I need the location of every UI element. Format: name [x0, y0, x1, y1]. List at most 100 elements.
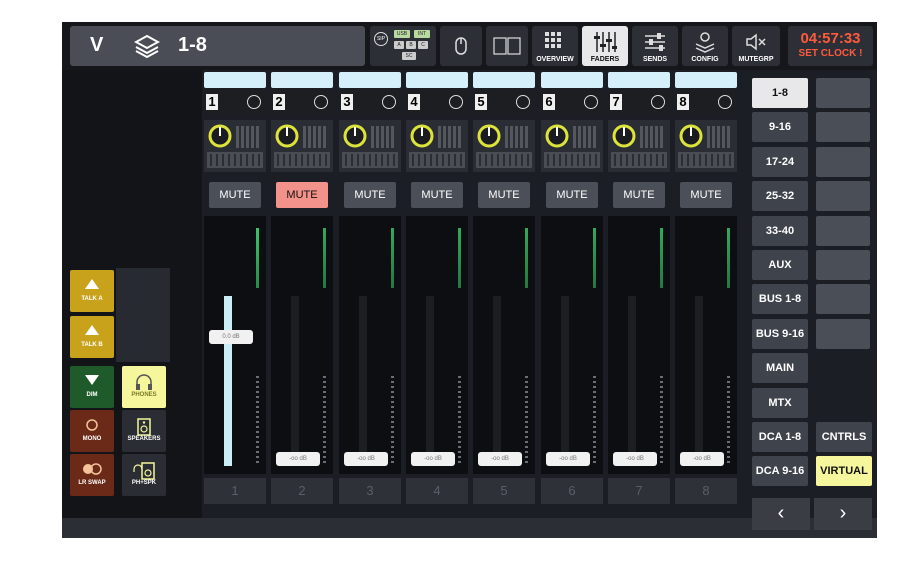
fader-area[interactable]: -oo dB: [473, 216, 535, 474]
lr-swap-button[interactable]: LR SWAP: [70, 454, 114, 496]
usb-recorder-panel[interactable]: SIP USB INT A B C SC: [370, 26, 436, 66]
next-page-button[interactable]: ›: [814, 498, 872, 530]
mute-button[interactable]: MUTE: [411, 182, 463, 208]
channel-strip: 2 MUTE -oo dB 2: [271, 70, 333, 504]
empty-layer-slot[interactable]: [816, 284, 870, 314]
dim-button[interactable]: DIM: [70, 366, 114, 408]
layer-button[interactable]: 25-32: [752, 181, 808, 211]
usb-button[interactable]: USB: [394, 30, 410, 38]
a-button[interactable]: A: [394, 41, 404, 49]
channel-name-field[interactable]: 2: [271, 90, 333, 114]
layer-button[interactable]: 1-8: [752, 78, 808, 108]
tab-faders-label: FADERS: [590, 56, 620, 63]
layer-button[interactable]: BUS 9-16: [752, 319, 808, 349]
mute-button[interactable]: MUTE: [344, 182, 396, 208]
mouse-button[interactable]: [440, 26, 482, 66]
empty-layer-slot[interactable]: [816, 147, 870, 177]
fader-track: [224, 296, 232, 466]
gain-knob-area[interactable]: [541, 120, 603, 172]
gain-knob-area[interactable]: [473, 120, 535, 172]
circle-icon: [70, 418, 114, 434]
empty-layer-slot[interactable]: [816, 319, 870, 349]
layer-button[interactable]: AUX: [752, 250, 808, 280]
layer-button[interactable]: 17-24: [752, 147, 808, 177]
empty-layer-slot[interactable]: [816, 181, 870, 211]
gr-meter: [458, 376, 461, 466]
layer-button[interactable]: DCA 9-16: [752, 456, 808, 486]
empty-layer-slot[interactable]: [816, 78, 870, 108]
layer-button[interactable]: MAIN: [752, 353, 808, 383]
fader-cap[interactable]: -oo dB: [680, 452, 724, 466]
speakers-button[interactable]: SPEAKERS: [122, 410, 166, 452]
channel-name-field[interactable]: 5: [473, 90, 535, 114]
talk-b-button[interactable]: TALK B: [70, 316, 114, 358]
channel-name-field[interactable]: 6: [541, 90, 603, 114]
channel-name-field[interactable]: 3: [339, 90, 401, 114]
fader-area[interactable]: 0.0 dB: [204, 216, 266, 474]
layer-button[interactable]: 33-40: [752, 216, 808, 246]
input-source-icon: [247, 95, 261, 109]
fader-cap[interactable]: -oo dB: [411, 452, 455, 466]
gain-knob-area[interactable]: [406, 120, 468, 172]
gain-knob-area[interactable]: [339, 120, 401, 172]
fader-cap[interactable]: -oo dB: [478, 452, 522, 466]
triangle-up-icon: [70, 324, 114, 340]
mute-button[interactable]: MUTE: [613, 182, 665, 208]
gain-knob-area[interactable]: [271, 120, 333, 172]
split-view-button[interactable]: [486, 26, 528, 66]
virtual-button[interactable]: VIRTUAL: [816, 456, 872, 486]
talk-a-button[interactable]: TALK A: [70, 270, 114, 312]
gain-knob-area[interactable]: [675, 120, 737, 172]
mute-button[interactable]: MUTE: [546, 182, 598, 208]
mute-button[interactable]: MUTE: [680, 182, 732, 208]
previous-page-button[interactable]: ‹: [752, 498, 810, 530]
sc-button[interactable]: SC: [402, 52, 416, 60]
layer-button[interactable]: MTX: [752, 388, 808, 418]
channel-name-field[interactable]: 4: [406, 90, 468, 114]
input-source-icon: [314, 95, 328, 109]
fader-area[interactable]: -oo dB: [608, 216, 670, 474]
empty-layer-slot[interactable]: [816, 216, 870, 246]
fader-cap[interactable]: -oo dB: [613, 452, 657, 466]
mute-button[interactable]: MUTE: [276, 182, 328, 208]
cntrls-button[interactable]: CNTRLS: [816, 422, 872, 452]
tab-mutegrp[interactable]: MUTEGRP: [732, 26, 780, 66]
headphones-speaker-icon: [122, 462, 166, 480]
mono-button[interactable]: MONO: [70, 410, 114, 452]
tab-sends[interactable]: SENDS: [632, 26, 678, 66]
b-button[interactable]: B: [406, 41, 416, 49]
fader-area[interactable]: -oo dB: [339, 216, 401, 474]
layer-button[interactable]: BUS 1-8: [752, 284, 808, 314]
layer-button[interactable]: DCA 1-8: [752, 422, 808, 452]
fader-cap[interactable]: 0.0 dB: [209, 330, 253, 344]
fader-area[interactable]: -oo dB: [406, 216, 468, 474]
ph-spk-button[interactable]: PH+SPK: [122, 454, 166, 496]
triangle-down-icon: [70, 374, 114, 390]
fader-cap[interactable]: -oo dB: [344, 452, 388, 466]
c-button[interactable]: C: [418, 41, 428, 49]
fader-area[interactable]: -oo dB: [271, 216, 333, 474]
layer-button[interactable]: 9-16: [752, 112, 808, 142]
fader-area[interactable]: -oo dB: [675, 216, 737, 474]
mute-button[interactable]: MUTE: [209, 182, 261, 208]
fader-area[interactable]: -oo dB: [541, 216, 603, 474]
gain-knob-area[interactable]: [608, 120, 670, 172]
empty-layer-slot[interactable]: [816, 112, 870, 142]
fader-cap[interactable]: -oo dB: [276, 452, 320, 466]
clock-display[interactable]: 04:57:33 SET CLOCK !: [788, 26, 873, 66]
tab-faders[interactable]: FADERS: [582, 26, 628, 66]
bank-letter: V: [90, 34, 104, 56]
mute-button[interactable]: MUTE: [478, 182, 530, 208]
channel-bank-selector[interactable]: V 1-8: [70, 26, 365, 66]
channel-name-field[interactable]: 7: [608, 90, 670, 114]
channel-name-field[interactable]: 1: [204, 90, 266, 114]
gain-knob-area[interactable]: [204, 120, 266, 172]
phones-button[interactable]: PHONES: [122, 366, 166, 408]
fader-cap[interactable]: -oo dB: [546, 452, 590, 466]
tab-config[interactable]: CONFIG: [682, 26, 728, 66]
tab-overview[interactable]: OVERVIEW: [532, 26, 578, 66]
sip-button[interactable]: SIP: [374, 32, 388, 46]
int-button[interactable]: INT: [414, 30, 430, 38]
empty-layer-slot[interactable]: [816, 250, 870, 280]
channel-name-field[interactable]: 8: [675, 90, 737, 114]
